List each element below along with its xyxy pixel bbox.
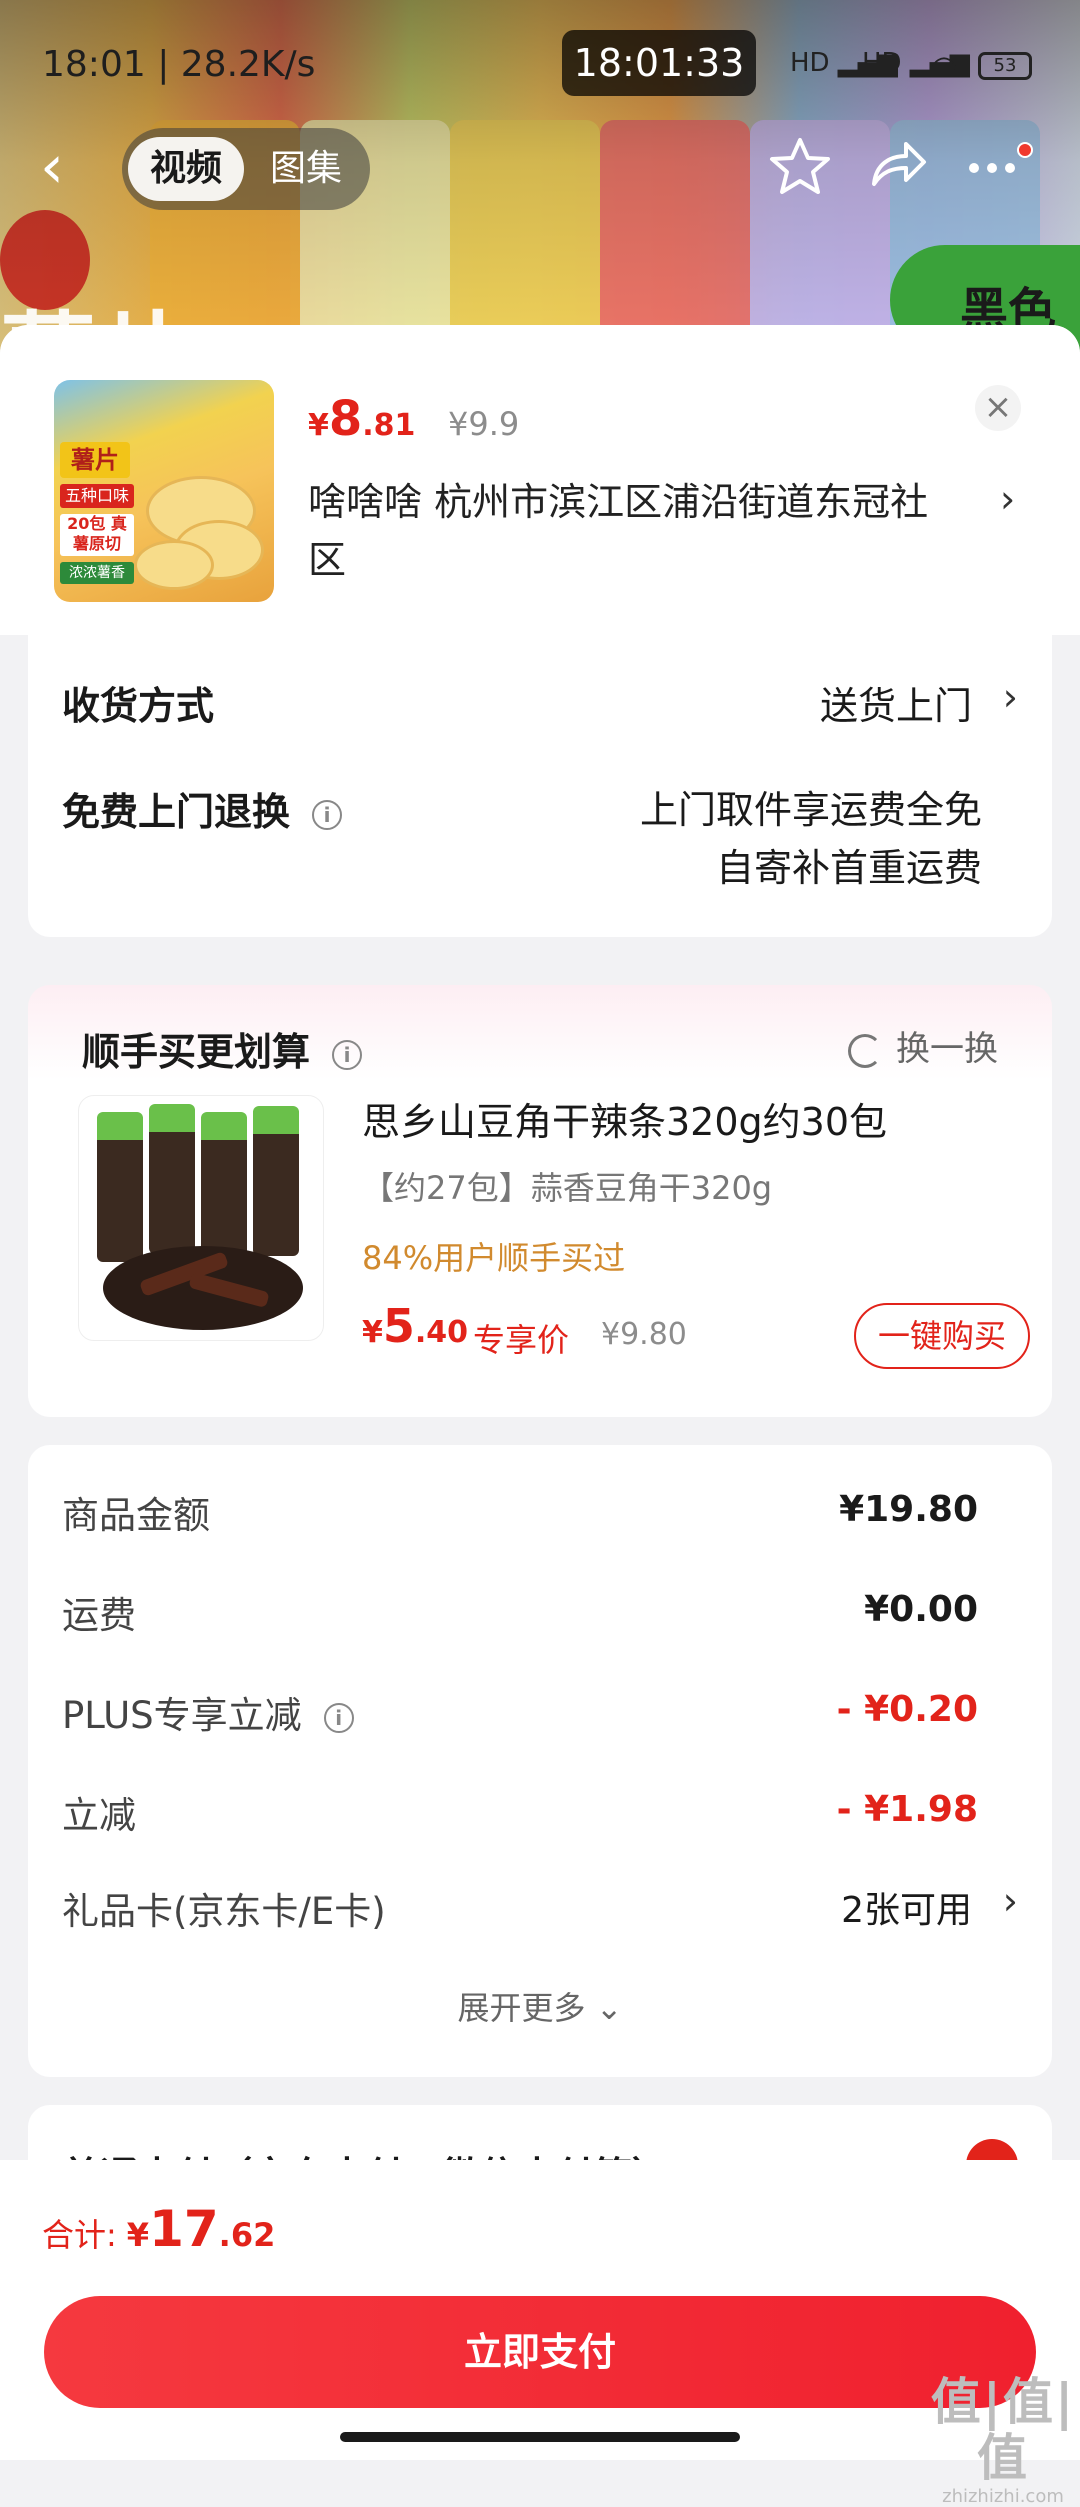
tab-video[interactable]: 视频 bbox=[128, 137, 244, 201]
star-icon[interactable] bbox=[768, 134, 832, 198]
bundle-item-thumbnail[interactable] bbox=[78, 1095, 324, 1341]
amount-row-label: 运费 bbox=[62, 1594, 136, 1637]
checkout-bottom-bar: 合计: ¥17.62 立即支付 bbox=[0, 2160, 1080, 2460]
swap-button[interactable]: 换一换 bbox=[848, 1021, 998, 1070]
product-thumbnail[interactable]: 薯片 五种口味 20包 真薯原切 浓浓薯香 bbox=[54, 380, 274, 602]
info-icon[interactable]: i bbox=[312, 799, 343, 830]
bundle-item-original-price: ¥9.80 bbox=[601, 1317, 687, 1352]
watermark: 值|值|值 zhizhizhi.com bbox=[930, 2373, 1076, 2507]
chevron-right-icon[interactable]: › bbox=[1003, 675, 1018, 719]
checkout-sheet: 薯片 五种口味 20包 真薯原切 浓浓薯香 ¥8.81 ¥9.9 × 啥啥啥 杭… bbox=[0, 325, 1080, 2460]
chevron-down-icon: ⌄ bbox=[595, 1989, 623, 2027]
delivery-card: 收货方式 送货上门 › 免费上门退换 i 上门取件享运费全免 自寄补首重运费 bbox=[28, 635, 1052, 937]
shipping-address[interactable]: 啥啥啥 杭州市滨江区浦沿街道东冠社区 bbox=[308, 473, 958, 589]
thumb-tag: 薯片 bbox=[60, 442, 130, 478]
info-icon[interactable]: i bbox=[332, 1039, 363, 1070]
free-return-value: 上门取件享运费全免 自寄补首重运费 bbox=[639, 788, 982, 890]
status-time: 18:01:33 bbox=[562, 30, 756, 96]
exclusive-price-tag: 专享价 bbox=[473, 1321, 570, 1359]
thumb-tag: 浓浓薯香 bbox=[60, 562, 134, 584]
free-return-label: 免费上门退换 i bbox=[62, 781, 343, 836]
order-total: 合计: ¥17.62 bbox=[42, 2200, 276, 2258]
share-icon[interactable] bbox=[866, 134, 930, 198]
close-icon[interactable]: × bbox=[975, 385, 1021, 431]
amount-row-value: - ¥1.98 bbox=[836, 1789, 978, 1830]
status-left-text: 18:01 | 28.2K/s bbox=[42, 44, 316, 85]
home-indicator bbox=[340, 2432, 740, 2442]
chevron-right-icon[interactable]: › bbox=[1000, 477, 1015, 521]
amount-row-value: ¥0.00 bbox=[864, 1589, 978, 1630]
product-price: ¥8.81 bbox=[308, 391, 416, 447]
amount-breakdown-card: 商品金额 ¥19.80 运费 ¥0.00 PLUS专享立减 i - ¥0.20 立… bbox=[28, 1445, 1052, 2077]
refresh-icon bbox=[848, 1033, 882, 1068]
thumb-tag: 20包 真薯原切 bbox=[60, 514, 134, 556]
product-summary: 薯片 五种口味 20包 真薯原切 浓浓薯香 ¥8.81 ¥9.9 × 啥啥啥 杭… bbox=[0, 325, 1080, 635]
bundle-item-name[interactable]: 思乡山豆角干辣条320g约30包 bbox=[362, 1091, 887, 1146]
more-icon[interactable] bbox=[960, 134, 1024, 198]
delivery-method-label: 收货方式 bbox=[62, 684, 215, 728]
chevron-right-icon[interactable]: › bbox=[1003, 1879, 1018, 1923]
amount-row-value: - ¥0.20 bbox=[836, 1689, 978, 1730]
amount-row-label: 立减 bbox=[62, 1794, 136, 1837]
notification-dot bbox=[1017, 142, 1033, 158]
media-tab-switch: 视频 图集 bbox=[122, 128, 370, 210]
amount-row-label: 礼品卡(京东卡/E卡) bbox=[62, 1890, 386, 1933]
bundle-title: 顺手买更划算 i bbox=[82, 1021, 363, 1076]
amount-row-label: 商品金额 bbox=[62, 1494, 210, 1537]
thumb-tag: 五种口味 bbox=[60, 484, 134, 508]
amount-row-value: ¥19.80 bbox=[839, 1489, 978, 1530]
amount-row-label: PLUS专享立减 i bbox=[62, 1685, 354, 1739]
battery-icon: 53 bbox=[978, 52, 1032, 80]
bundle-item-price: ¥5.40 bbox=[362, 1299, 469, 1353]
product-original-price: ¥9.9 bbox=[448, 405, 520, 443]
tab-gallery[interactable]: 图集 bbox=[248, 137, 364, 201]
one-click-buy-button[interactable]: 一键购买 bbox=[854, 1303, 1030, 1369]
bundle-offer-card: 顺手买更划算 i 换一换 思乡山豆角干辣条320g约30包 【约27包】蒜香豆角干… bbox=[28, 985, 1052, 1417]
wifi-icon: ◠ bbox=[930, 48, 958, 86]
gift-card-value[interactable]: 2张可用 bbox=[841, 1881, 972, 1933]
back-arrow-icon[interactable]: ‹ bbox=[40, 137, 96, 198]
pay-now-button[interactable]: 立即支付 bbox=[44, 2296, 1036, 2408]
status-bar: 18:01 | 28.2K/s 18:01:33 HD ▂▄▆ HD ▂▄▆ ◠… bbox=[0, 0, 1080, 130]
info-icon[interactable]: i bbox=[323, 1702, 354, 1733]
expand-more-button[interactable]: 展开更多 ⌄ bbox=[28, 1983, 1052, 2029]
bundle-item-spec: 【约27包】蒜香豆角干320g bbox=[362, 1169, 773, 1207]
bundle-item-hint: 84%用户顺手买过 bbox=[362, 1239, 626, 1277]
delivery-method-value[interactable]: 送货上门 bbox=[820, 675, 972, 730]
media-nav-bar: ‹ 视频 图集 bbox=[0, 120, 1080, 220]
